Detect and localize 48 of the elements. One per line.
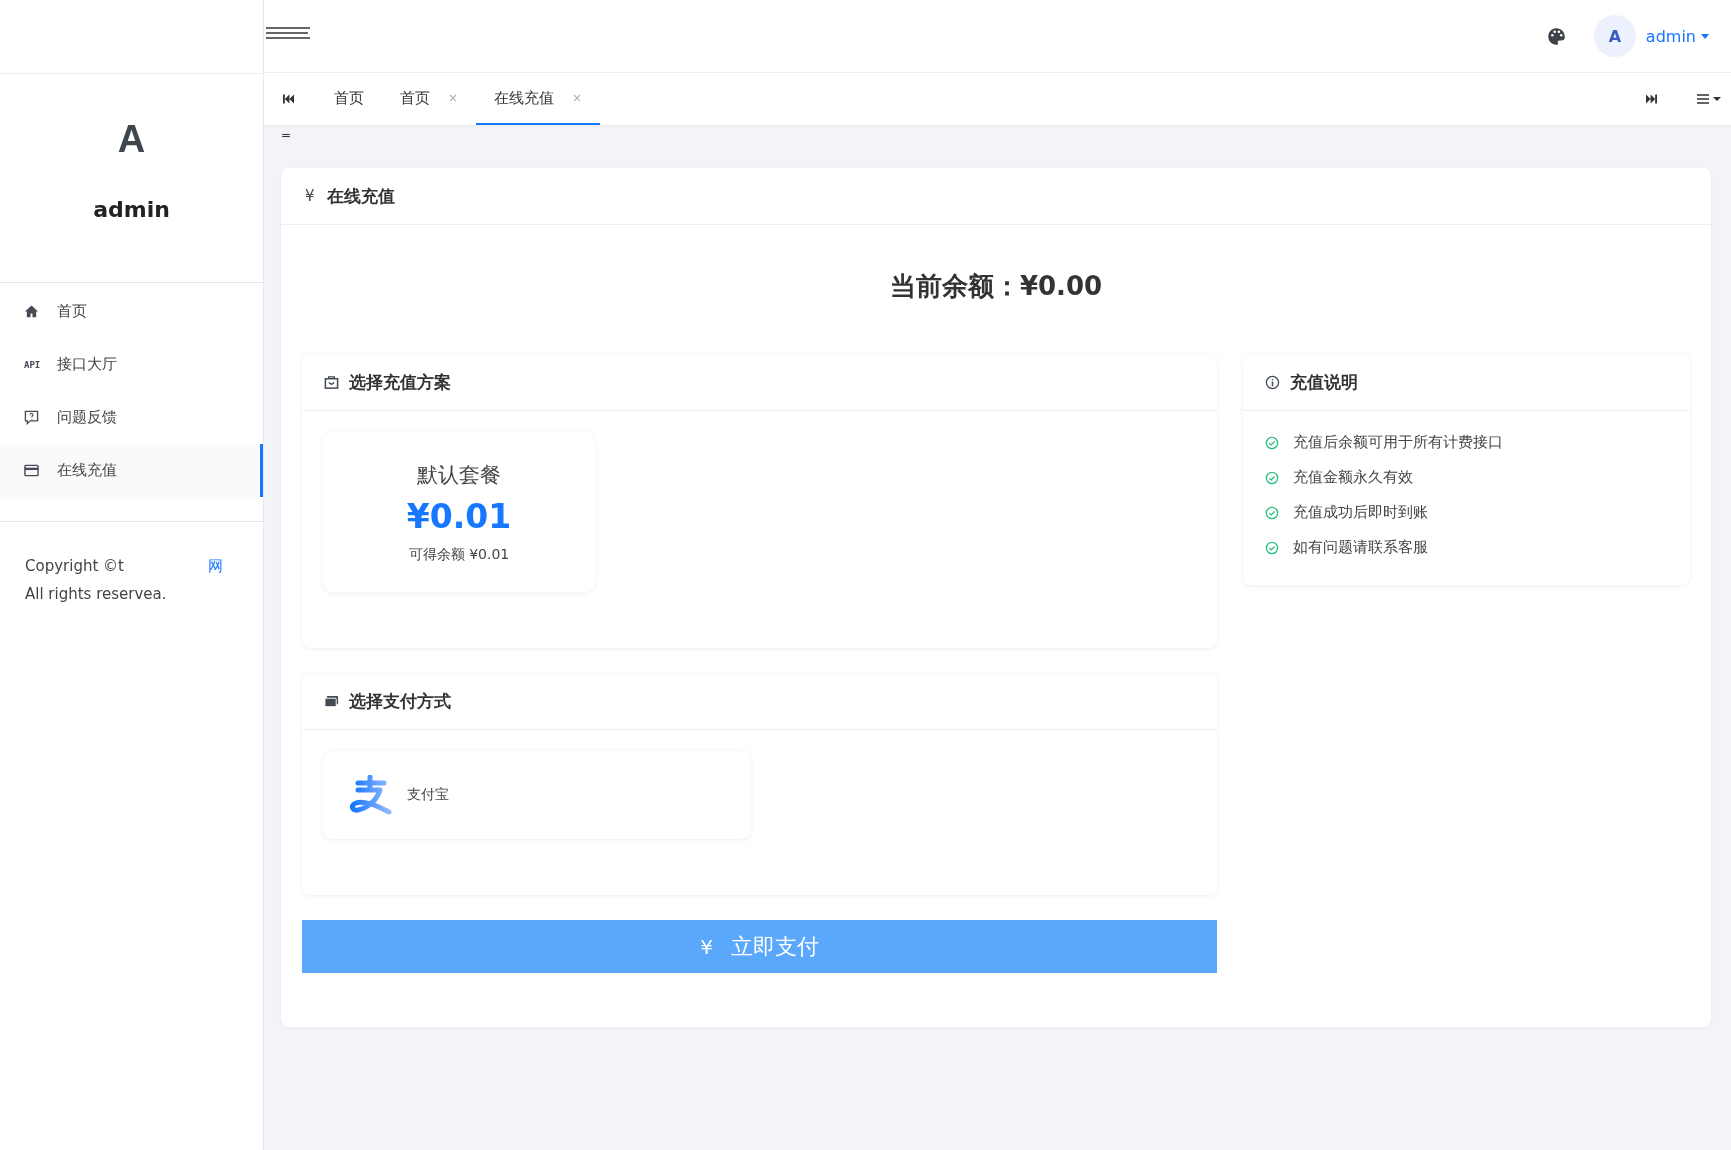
sidebar-item[interactable]: 问题反馈 [0,391,263,444]
username: admin [93,197,170,222]
section-title: 选择充值方案 [349,370,451,394]
note-text: 充值后余额可用于所有计费接口 [1293,433,1503,452]
section-title: 充值说明 [1290,370,1358,394]
tab[interactable]: 首页 [316,73,382,125]
sidebar-item[interactable]: API 接口大厅 [0,338,263,391]
note-text: 如有问题请联系客服 [1293,538,1428,557]
alipay-icon [347,775,393,815]
bag-icon [324,374,339,390]
menu-icon[interactable] [266,25,310,41]
note-text: 充值金额永久有效 [1293,468,1413,487]
check-circle-icon [1265,505,1279,520]
note-text: 充值成功后即时到账 [1293,503,1428,522]
section-title: 选择支付方式 [349,689,451,713]
site-link[interactable]: 网 [207,552,223,580]
plan-name: 默认套餐 [417,461,501,489]
collapse-mark[interactable]: = [281,128,1711,144]
avatar-letter: A [117,118,146,161]
copyright-text: Copyright ©t [25,556,124,577]
last-tab-icon[interactable] [1646,94,1657,104]
home-icon [24,304,39,319]
card-title: 在线充值 [326,184,395,208]
tab[interactable]: 在线充值 × [476,73,601,125]
caret-icon[interactable] [1701,33,1709,39]
api-icon: API [24,359,39,370]
tab[interactable]: 首页 × [382,73,477,125]
plan-credit: 可得余额 ¥0.01 [408,545,510,564]
card-icon [24,463,39,478]
feedback-icon [24,410,39,425]
plan-price: ¥0.01 [406,496,512,536]
tab-menu-icon[interactable] [1697,94,1721,104]
wallet-icon [324,693,339,709]
sidebar-item[interactable]: 首页 [0,285,263,338]
check-circle-icon [1265,540,1279,555]
info-icon [1265,374,1280,390]
yen-icon: ¥ [305,187,315,205]
sidebar-item[interactable]: 在线充值 [0,444,263,497]
first-tab-icon[interactable] [283,94,294,104]
user-avatar[interactable]: A [1593,15,1636,57]
check-circle-icon [1265,435,1279,450]
plan-card[interactable]: 默认套餐 ¥0.01 可得余额 ¥0.01 [323,432,595,592]
user-menu[interactable]: admin [1645,26,1696,46]
rights-text: All rights reservea. [25,584,168,605]
payment-option[interactable]: 支付宝 [323,751,751,839]
check-circle-icon [1265,470,1279,485]
balance-text: 当前余额：¥0.00 [888,270,1104,303]
palette-icon[interactable] [1546,26,1566,46]
